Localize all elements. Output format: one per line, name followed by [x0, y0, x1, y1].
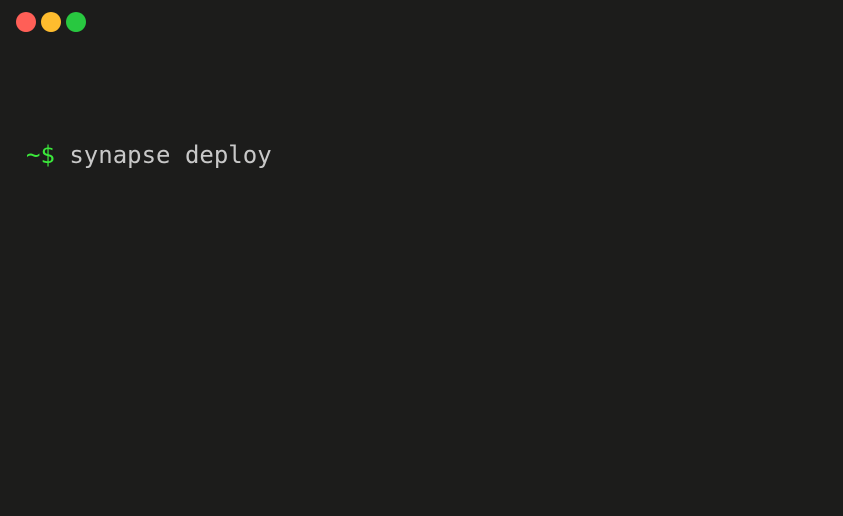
close-window-button[interactable]	[16, 12, 36, 32]
shell-prompt: ~$	[26, 141, 55, 169]
terminal-window: ~$ synapse deploy	[0, 0, 843, 516]
command-text: synapse deploy	[69, 141, 272, 169]
maximize-window-button[interactable]	[66, 12, 86, 32]
minimize-window-button[interactable]	[41, 12, 61, 32]
window-titlebar[interactable]	[0, 0, 843, 44]
terminal-output[interactable]: ~$ synapse deploy	[26, 70, 817, 496]
command-line: ~$ synapse deploy	[26, 138, 817, 172]
